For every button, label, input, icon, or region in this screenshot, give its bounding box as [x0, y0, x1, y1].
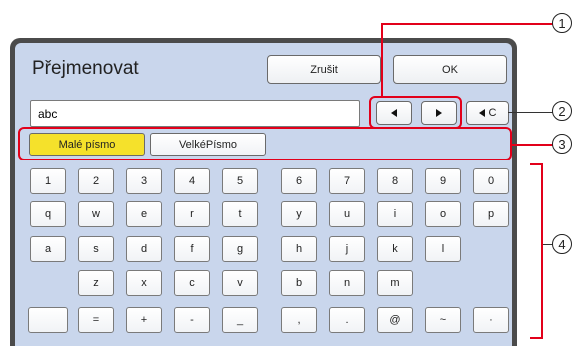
key-g[interactable]: g	[222, 236, 258, 262]
key-r[interactable]: r	[174, 201, 210, 227]
key-2[interactable]: 2	[78, 168, 114, 194]
key-v[interactable]: v	[222, 270, 258, 296]
callout-4: 4	[552, 234, 572, 254]
key-a[interactable]: a	[30, 236, 66, 262]
callout-2-leader	[508, 112, 553, 113]
key-5[interactable]: 5	[222, 168, 258, 194]
key-space[interactable]	[28, 307, 68, 333]
key-=[interactable]: =	[78, 307, 114, 333]
key-t[interactable]: t	[222, 201, 258, 227]
key-h[interactable]: h	[281, 236, 317, 262]
callout-1: 1	[552, 13, 572, 33]
backspace-icon	[478, 109, 485, 117]
cursor-left-button[interactable]	[376, 101, 412, 125]
key-b[interactable]: b	[281, 270, 317, 296]
cursor-right-button[interactable]	[421, 101, 457, 125]
key-8[interactable]: 8	[377, 168, 413, 194]
key-@[interactable]: @	[377, 307, 413, 333]
backspace-button[interactable]: C	[466, 101, 509, 125]
key-1[interactable]: 1	[30, 168, 66, 194]
key-l[interactable]: l	[425, 236, 461, 262]
ok-button[interactable]: OK	[393, 55, 507, 84]
key-,[interactable]: ,	[281, 307, 317, 333]
key-s[interactable]: s	[78, 236, 114, 262]
key-y[interactable]: y	[281, 201, 317, 227]
callout-3: 3	[552, 134, 572, 154]
key-3[interactable]: 3	[126, 168, 162, 194]
backspace-label: C	[488, 107, 497, 119]
cancel-button[interactable]: Zrušit	[267, 55, 381, 84]
callout-1-leader	[381, 23, 383, 97]
callout-4-bracket-bottom	[530, 337, 543, 339]
name-input[interactable]: abc	[30, 100, 360, 127]
key-n[interactable]: n	[329, 270, 365, 296]
key-~[interactable]: ~	[425, 307, 461, 333]
key-_[interactable]: _	[222, 307, 258, 333]
uppercase-button[interactable]: VelkéPísmo	[150, 133, 266, 156]
arrow-right-icon	[436, 109, 442, 117]
callout-1-leader-h	[381, 23, 553, 25]
key-.[interactable]: .	[329, 307, 365, 333]
key-q[interactable]: q	[30, 201, 66, 227]
key-w[interactable]: w	[78, 201, 114, 227]
key-k[interactable]: k	[377, 236, 413, 262]
key-6[interactable]: 6	[281, 168, 317, 194]
key-0[interactable]: 0	[473, 168, 509, 194]
key-f[interactable]: f	[174, 236, 210, 262]
key-o[interactable]: o	[425, 201, 461, 227]
key-j[interactable]: j	[329, 236, 365, 262]
key-4[interactable]: 4	[174, 168, 210, 194]
key-e[interactable]: e	[126, 201, 162, 227]
key-7[interactable]: 7	[329, 168, 365, 194]
key-p[interactable]: p	[473, 201, 509, 227]
dialog-title: Přejmenovat	[32, 58, 139, 79]
key--[interactable]: -	[174, 307, 210, 333]
lowercase-button[interactable]: Malé písmo	[29, 133, 145, 156]
callout-4-bracket	[541, 163, 543, 339]
callout-2: 2	[552, 101, 572, 121]
key-+[interactable]: +	[126, 307, 162, 333]
arrow-left-icon	[391, 109, 397, 117]
key-9[interactable]: 9	[425, 168, 461, 194]
callout-4-bracket-top	[530, 163, 543, 165]
callout-3-leader	[512, 144, 553, 146]
key-z[interactable]: z	[78, 270, 114, 296]
key-c[interactable]: c	[174, 270, 210, 296]
key-x[interactable]: x	[126, 270, 162, 296]
key-·[interactable]: ·	[473, 307, 509, 333]
key-i[interactable]: i	[377, 201, 413, 227]
key-m[interactable]: m	[377, 270, 413, 296]
key-u[interactable]: u	[329, 201, 365, 227]
key-d[interactable]: d	[126, 236, 162, 262]
